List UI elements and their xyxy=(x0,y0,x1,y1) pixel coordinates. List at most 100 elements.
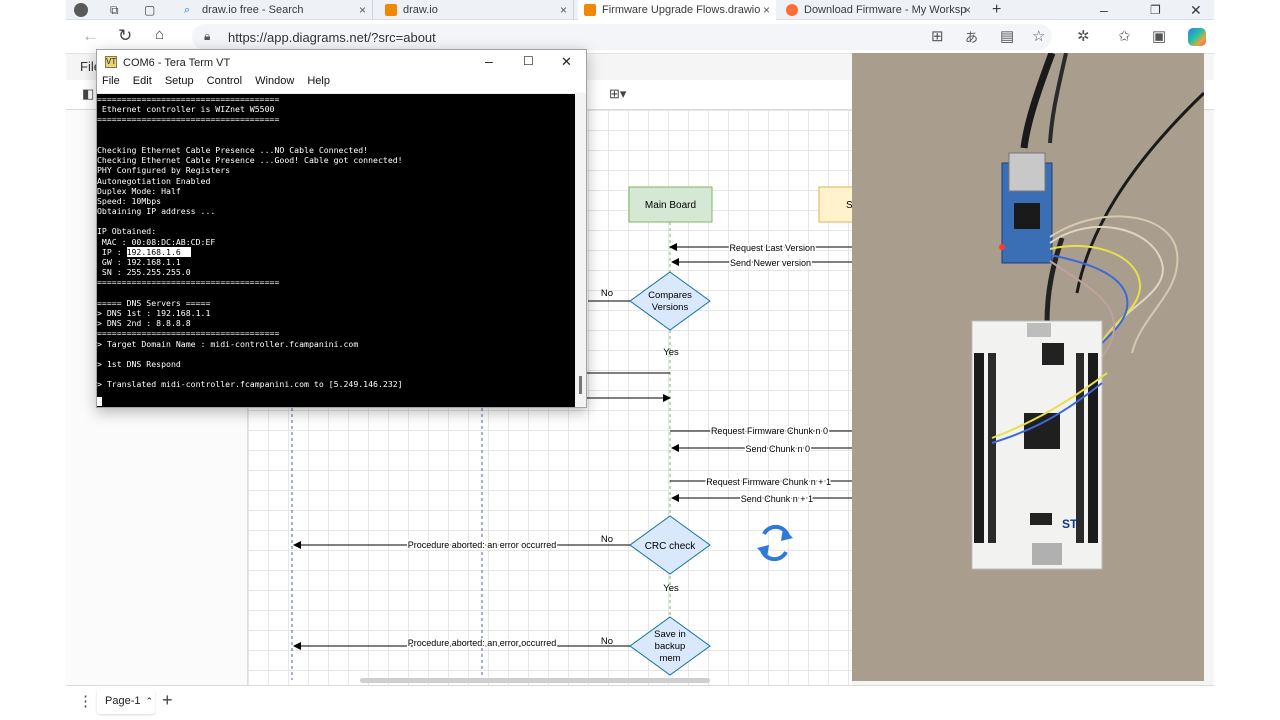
minimize-icon[interactable]: – xyxy=(485,53,493,69)
terminal-scrollbar[interactable] xyxy=(575,94,586,407)
main-board-label: Main Board xyxy=(645,200,696,211)
label-yes: Yes xyxy=(663,347,679,358)
decision-label: CRC check xyxy=(645,541,697,552)
menu-control[interactable]: Control xyxy=(207,75,242,87)
terminal-line: > Translated midi-controller.fcampanini.… xyxy=(97,379,403,390)
add-page-button[interactable]: + xyxy=(162,690,173,711)
menu-setup[interactable]: Setup xyxy=(165,75,194,87)
tab-actions-button[interactable]: ▢ xyxy=(144,0,164,20)
tab-actions-icon: ▢ xyxy=(144,3,156,17)
new-tab-button[interactable]: + xyxy=(992,0,1012,20)
decision-label: backup xyxy=(655,641,686,652)
msg-send-newer: Send Newer version xyxy=(730,258,811,268)
tab-label: Download Firmware - My Worksp xyxy=(804,4,967,16)
terminal-menu-bar: File Edit Setup Control Window Help xyxy=(97,75,586,93)
reading-icon[interactable]: ▤ xyxy=(1000,27,1014,45)
compare-versions-decision[interactable] xyxy=(629,271,711,331)
terminal-line: Autonegotiation Enabled xyxy=(97,175,211,186)
menu-window[interactable]: Window xyxy=(255,75,294,87)
collections-icon[interactable]: ▣ xyxy=(1152,27,1166,45)
plus-icon: + xyxy=(992,1,1002,18)
close-tab-icon[interactable]: × xyxy=(763,3,770,17)
page-bar: ⋮ + xyxy=(66,685,1214,718)
terminal-line: ===== DNS Servers ===== xyxy=(97,297,211,308)
extensions-icon[interactable]: ✲ xyxy=(1077,27,1090,45)
lock-icon: 🔒︎ xyxy=(204,29,211,43)
terminal-line: IP Obtained: xyxy=(97,226,157,237)
maximize-button[interactable]: ❐ xyxy=(1150,0,1170,20)
menu-edit[interactable]: Edit xyxy=(133,75,152,87)
format-panel-icon[interactable]: ◧ xyxy=(82,86,94,102)
tab-drawio[interactable]: draw.io × xyxy=(379,0,574,20)
close-tab-icon[interactable]: × xyxy=(964,3,971,17)
decision-label: Save in xyxy=(654,629,686,640)
back-button[interactable]: ← xyxy=(82,26,99,46)
apps-icon[interactable]: ⊞ xyxy=(931,27,944,45)
decision-label: Compares xyxy=(648,290,692,301)
minimize-button[interactable]: – xyxy=(1100,0,1120,20)
terminal-line: IP : 192.168.1.6 xyxy=(97,246,191,257)
tab-label: Firmware Upgrade Flows.drawio xyxy=(602,4,761,16)
workspaces-button[interactable]: ⧉ xyxy=(110,0,130,20)
terminal-line: ===================================== xyxy=(97,94,280,104)
terminal-line: Ethernet controller is WIZnet W5500 xyxy=(97,104,275,115)
table-icon[interactable]: ⊞▾ xyxy=(609,86,626,102)
close-tab-icon[interactable]: × xyxy=(560,3,567,17)
tera-term-window[interactable]: VT COM6 - Tera Term VT – ☐ ✕ File Edit S… xyxy=(96,49,587,408)
tab-download-firmware[interactable]: Download Firmware - My Worksp × xyxy=(780,0,977,20)
profile-avatar[interactable] xyxy=(74,0,104,20)
terminal-line: ===================================== xyxy=(97,277,280,288)
favorites-icon[interactable]: ✩ xyxy=(1118,27,1131,45)
label-no: No xyxy=(601,534,613,545)
more-options-icon[interactable]: ⋮ xyxy=(78,692,93,710)
maximize-icon[interactable]: ☐ xyxy=(523,54,534,68)
terminal-title: COM6 - Tera Term VT xyxy=(123,57,231,69)
msg-req-chunk-0: Request Firmware Chunk n 0 xyxy=(711,426,828,436)
terminal-screen[interactable]: ===================================== Et… xyxy=(97,94,575,407)
terminal-line: > DNS 2nd : 8.8.8.8 xyxy=(97,318,191,329)
home-button[interactable]: ⌂ xyxy=(155,26,164,43)
hardware-photo-drawing: ST xyxy=(852,53,1204,681)
selected-ip-text[interactable]: 192.168.1.6 xyxy=(126,246,191,257)
close-window-button[interactable]: ✕ xyxy=(1190,0,1210,20)
favorite-star-icon[interactable]: ☆ xyxy=(1032,27,1045,45)
url-text: https://app.diagrams.net/?src=about xyxy=(228,29,436,45)
tab-search[interactable]: ⌕ draw.io free - Search × xyxy=(178,0,373,20)
menu-file[interactable]: File xyxy=(102,75,120,87)
restore-icon: ❐ xyxy=(1150,3,1161,17)
right-gutter xyxy=(1214,0,1280,720)
label-no: No xyxy=(601,288,613,299)
tab-firmware-flows[interactable]: Firmware Upgrade Flows.drawio × xyxy=(578,0,776,20)
msg-send-chunk-n1: Send Chunk n + 1 xyxy=(741,494,813,504)
terminal-output: ===================================== Et… xyxy=(97,94,403,389)
scroll-thumb[interactable] xyxy=(579,376,582,394)
terminal-line: > Target Domain Name : midi-controller.f… xyxy=(97,338,359,349)
menu-help[interactable]: Help xyxy=(307,75,330,87)
close-tab-icon[interactable]: × xyxy=(359,3,366,17)
terminal-line: ===================================== xyxy=(97,328,280,339)
refresh-button[interactable]: ↻ xyxy=(118,26,132,46)
left-gutter xyxy=(0,0,66,720)
terminal-line: Checking Ethernet Cable Presence ...NO C… xyxy=(97,144,369,155)
translate-icon[interactable]: あ xyxy=(965,27,978,46)
page-tab-label: Page-1 xyxy=(105,695,141,707)
copilot-icon[interactable] xyxy=(1188,28,1206,46)
terminal-line: > 1st DNS Respond xyxy=(97,358,181,369)
tera-term-icon: VT xyxy=(105,56,117,68)
terminal-line: Duplex Mode: Half xyxy=(97,185,181,196)
search-tab-icon: ⌕ xyxy=(184,4,191,16)
close-icon[interactable]: ✕ xyxy=(561,54,572,70)
page-tab[interactable]: Page-1 ⌃ xyxy=(97,688,155,714)
msg-send-chunk-0: Send Chunk n 0 xyxy=(745,444,810,454)
postman-icon xyxy=(786,4,798,16)
chevron-up-icon[interactable]: ⌃ xyxy=(145,696,153,707)
terminal-cursor xyxy=(97,397,102,406)
browser-tab-bar: ⧉ ▢ ⌕ draw.io free - Search × draw.io × … xyxy=(66,0,1214,20)
url-field[interactable]: 🔒︎ https://app.diagrams.net/?src=about xyxy=(192,24,1052,50)
horizontal-scrollbar[interactable] xyxy=(360,678,710,683)
